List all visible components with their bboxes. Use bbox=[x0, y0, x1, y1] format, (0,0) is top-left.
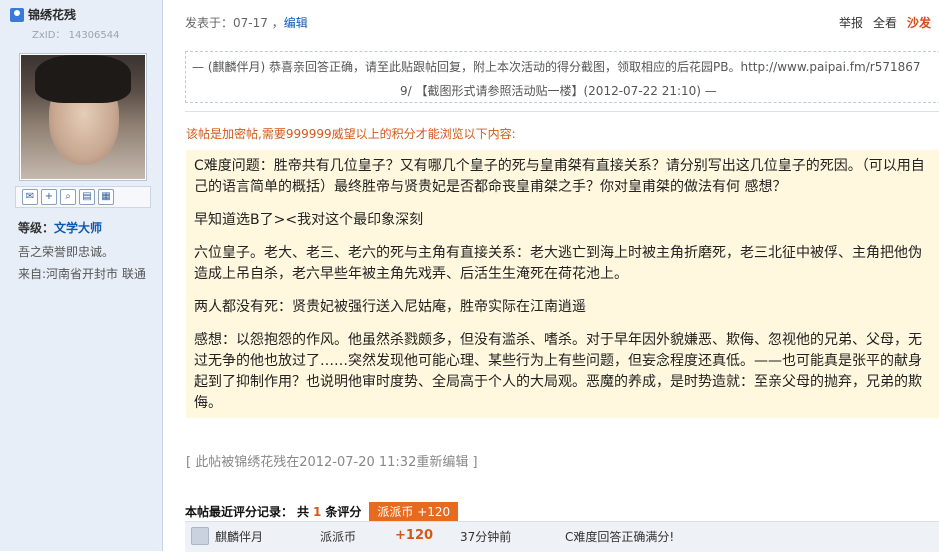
rating-currency: 派派币 bbox=[320, 530, 357, 544]
blocks-icon[interactable]: ▦ bbox=[98, 189, 114, 205]
report-button[interactable]: 举报 bbox=[839, 14, 863, 31]
quote-box: — (麒麟伴月) 恭喜亲回答正确，请至此贴跟帖回复，附上本次活动的得分截图，领取… bbox=[185, 51, 939, 103]
quote-line-2: 9/ 【截图形式请参照活动贴一楼】(2012-07-22 21:10) — bbox=[400, 84, 717, 98]
add-friend-icon[interactable]: + bbox=[41, 189, 57, 205]
user-icon bbox=[10, 7, 24, 22]
mail-icon[interactable]: ✉ bbox=[22, 189, 38, 205]
rating-badge: 派派币 +120 bbox=[369, 502, 459, 521]
edit-link[interactable]: 编辑 bbox=[284, 16, 308, 30]
post-actions: 举报 全看 沙发 bbox=[839, 14, 931, 31]
rating-header: 本帖最近评分记录： 共 1 条评分 派派币 +120 bbox=[185, 502, 459, 521]
author-sidebar: 锦绣花残 ZxID： 14306544 ✉ + ⌕ ▤ ▦ 等级：文学大师 吾之… bbox=[0, 0, 163, 551]
rating-score: +120 bbox=[395, 528, 434, 543]
quote-line-1: — (麒麟伴月) 恭喜亲回答正确，请至此贴跟帖回复，附上本次活动的得分截图，领取… bbox=[192, 60, 921, 74]
search-icon[interactable]: ⌕ bbox=[60, 189, 76, 205]
content-paragraph: C难度问题：胜帝共有几位皇子？又有哪几个皇子的死与皇甫桀有直接关系？请分别写出这… bbox=[194, 158, 925, 195]
content-paragraph: 两人都没有死：贤贵妃被强行送入尼姑庵，胜帝实际在江南逍遥 bbox=[194, 299, 586, 315]
post-time: 发表于：07-17 bbox=[185, 16, 268, 30]
author-zxid: ZxID： 14306544 bbox=[32, 30, 120, 41]
post-meta: 发表于：07-17 ，编辑 bbox=[185, 16, 308, 30]
content-paragraph: 六位皇子。老大、老三、老六的死与主角有直接关系：老大逃亡到海上时被主角折磨死，老… bbox=[194, 245, 922, 282]
level-value[interactable]: 文学大师 bbox=[54, 221, 102, 235]
rating-prefix: 共 bbox=[297, 505, 310, 519]
rater-name[interactable]: 麒麟伴月 bbox=[215, 528, 263, 545]
content-paragraph: 感想：以怨抱怨的作风。他虽然杀戮颇多，但没有滥杀、嗜杀。对于早年因外貌嫌恶、欺侮… bbox=[194, 332, 922, 411]
content-paragraph: 早知道选B了><我对这个最印象深刻 bbox=[194, 212, 424, 228]
profile-icon[interactable]: ▤ bbox=[79, 189, 95, 205]
avatar[interactable] bbox=[19, 53, 147, 181]
edited-note: [ 此帖被锦绣花残在2012-07-20 11:32重新编辑 ] bbox=[186, 455, 478, 470]
rater-avatar[interactable] bbox=[191, 527, 209, 545]
view-all-button[interactable]: 全看 bbox=[873, 14, 897, 31]
rating-row: 麒麟伴月 派派币 +120 37分钟前 C难度回答正确满分! bbox=[185, 521, 939, 552]
author-motto: 吾之荣誉即忠诚。 bbox=[18, 245, 115, 259]
post-content: C难度问题：胜帝共有几位皇子？又有哪几个皇子的死与皇甫桀有直接关系？请分别写出这… bbox=[186, 150, 939, 418]
avatar-image bbox=[21, 55, 145, 179]
author-action-icons: ✉ + ⌕ ▤ ▦ bbox=[15, 186, 151, 208]
rating-count: 1 bbox=[313, 504, 322, 519]
divider bbox=[185, 111, 939, 112]
rating-reason: C难度回答正确满分! bbox=[565, 530, 675, 544]
author-username[interactable]: 锦绣花残 bbox=[28, 6, 76, 23]
author-origin: 来自:河南省开封市 联通 bbox=[18, 267, 146, 281]
rating-title: 本帖最近评分记录： bbox=[185, 505, 294, 519]
encrypted-notice: 该帖是加密帖,需要999999威望以上的积分才能浏览以下内容: bbox=[186, 127, 516, 141]
author-header: 锦绣花残 bbox=[10, 6, 76, 23]
rating-suffix: 条评分 bbox=[325, 505, 362, 519]
floor-label: 沙发 bbox=[906, 16, 931, 30]
author-level: 等级：文学大师 bbox=[18, 221, 103, 235]
post-topbar: 发表于：07-17 ，编辑 举报 全看 沙发 bbox=[185, 14, 931, 32]
rating-time: 37分钟前 bbox=[460, 530, 512, 544]
